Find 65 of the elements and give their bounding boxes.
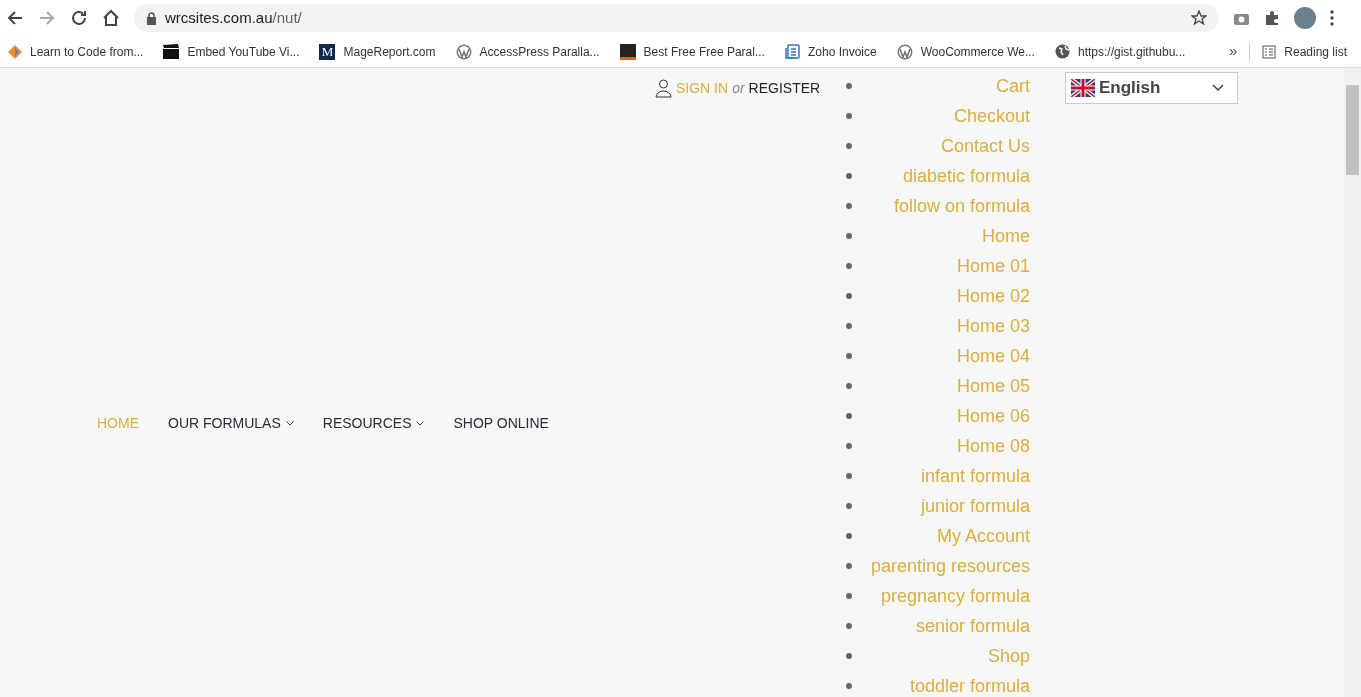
- letter-icon: M: [319, 43, 336, 60]
- diamond-icon: [8, 44, 22, 59]
- bookmark[interactable]: WooCommerce We...: [896, 42, 1035, 61]
- page-link[interactable]: senior formula: [915, 612, 1030, 640]
- globe-icon: [1054, 44, 1070, 59]
- lock-icon: [146, 11, 157, 25]
- page-link[interactable]: Home 04: [956, 342, 1030, 370]
- menu-icon[interactable]: [1330, 10, 1334, 26]
- chevron-down-icon: [285, 421, 294, 426]
- scrollbar[interactable]: [1344, 68, 1361, 697]
- page-link[interactable]: Contact Us: [940, 132, 1030, 160]
- register-link[interactable]: REGISTER: [748, 78, 821, 99]
- nav-link[interactable]: RESOURCES: [322, 413, 425, 434]
- home-icon[interactable]: [102, 9, 120, 27]
- bookmark[interactable]: Best Free Free Paral...: [619, 42, 765, 61]
- bookmark[interactable]: M MageReport.com: [319, 42, 436, 61]
- back-icon[interactable]: [6, 9, 24, 27]
- profile-avatar[interactable]: [1294, 7, 1316, 29]
- bookmark[interactable]: AccessPress Paralla...: [455, 42, 600, 61]
- uk-flag-icon: [1071, 79, 1095, 97]
- document-icon: [784, 44, 800, 59]
- clapperboard-icon: [163, 44, 180, 59]
- page-link[interactable]: follow on formula: [893, 192, 1030, 220]
- scrollbar-thumb[interactable]: [1346, 85, 1359, 175]
- page-link[interactable]: parenting resources: [870, 552, 1030, 580]
- reading-list-icon: [1262, 44, 1277, 59]
- page-link[interactable]: Home 05: [956, 372, 1030, 400]
- wordpress-icon: [896, 43, 913, 60]
- page-link[interactable]: junior formula: [920, 492, 1030, 520]
- star-icon[interactable]: [1191, 10, 1207, 26]
- nav-link[interactable]: OUR FORMULAS: [168, 413, 294, 434]
- chevron-down-icon: [416, 421, 425, 426]
- or-text: or: [732, 79, 745, 98]
- bookmark[interactable]: https://gist.githubu...: [1054, 42, 1186, 61]
- url-text: wrcsites.com.au/nut/: [165, 7, 303, 28]
- page-link[interactable]: Home 03: [956, 312, 1030, 340]
- page-link[interactable]: pregnancy formula: [880, 582, 1030, 610]
- page-link[interactable]: diabetic formula: [902, 162, 1030, 190]
- page-link[interactable]: Home 02: [956, 282, 1030, 310]
- page-link[interactable]: Home 08: [956, 432, 1030, 460]
- sign-in-link[interactable]: SIGN IN: [676, 78, 729, 99]
- page-link[interactable]: Checkout: [953, 102, 1030, 130]
- bookmark[interactable]: Learn to Code from...: [8, 42, 144, 61]
- nav-link[interactable]: SHOP ONLINE: [453, 413, 549, 434]
- page-link[interactable]: Shop: [987, 642, 1030, 670]
- page-link[interactable]: toddler formula: [909, 672, 1030, 697]
- chevron-down-icon: [1212, 84, 1224, 92]
- reading-list-button[interactable]: Reading list: [1262, 42, 1347, 61]
- page-link[interactable]: Home 01: [956, 252, 1030, 280]
- puzzle-icon[interactable]: [1264, 10, 1280, 26]
- page-link[interactable]: infant formula: [920, 462, 1030, 490]
- page-link[interactable]: Home 06: [956, 402, 1030, 430]
- user-icon: [655, 79, 672, 98]
- page-link[interactable]: Cart: [996, 72, 1030, 100]
- address-bar[interactable]: wrcsites.com.au/nut/: [134, 4, 1219, 32]
- language-select[interactable]: English: [1065, 72, 1238, 104]
- bookmark[interactable]: Embed YouTube Vi...: [163, 42, 300, 61]
- reload-icon[interactable]: [70, 9, 88, 27]
- wordpress-icon: [455, 43, 472, 60]
- bookmarks-overflow-button[interactable]: »: [1228, 40, 1238, 63]
- nav-link[interactable]: HOME: [97, 413, 139, 434]
- page-link[interactable]: My Account: [936, 522, 1030, 550]
- page-link[interactable]: Home: [982, 222, 1030, 250]
- square-icon: [619, 43, 636, 60]
- bookmark[interactable]: Zoho Invoice: [784, 42, 877, 61]
